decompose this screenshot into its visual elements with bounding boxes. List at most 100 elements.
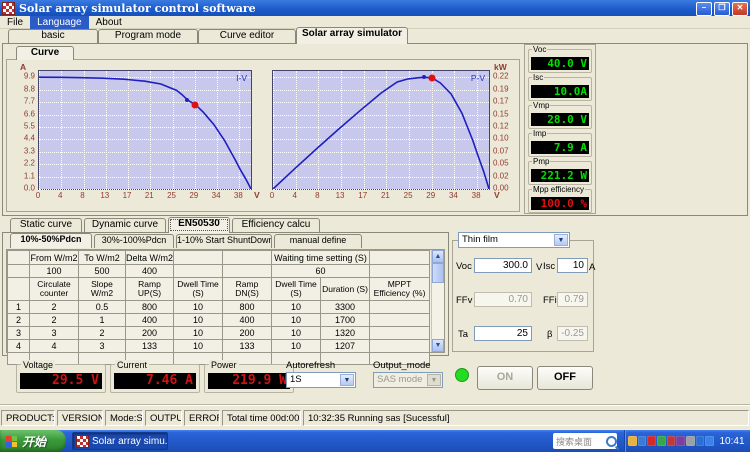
system-tray: [624, 430, 715, 452]
table-cell[interactable]: 10: [271, 339, 321, 353]
monitor-tray-icon[interactable]: [666, 436, 676, 446]
chevron-down-icon[interactable]: ▼: [340, 374, 354, 386]
search-icon[interactable]: [606, 435, 620, 450]
table-cell[interactable]: 500: [78, 264, 126, 278]
table-header-cell: Duration (S): [319, 277, 371, 301]
ffi-input[interactable]: 0.79: [557, 292, 588, 307]
x-tick-label: 4: [292, 191, 297, 200]
table-cell[interactable]: 400: [222, 313, 272, 327]
chevron-down-icon[interactable]: ▼: [427, 374, 441, 386]
tab-en50530[interactable]: EN50530: [168, 217, 230, 233]
x-axis-unit-label: V: [254, 190, 260, 200]
scroll-down-button[interactable]: ▼: [432, 339, 444, 352]
tab-30-100-pdcn[interactable]: 30%-100%Pdcn: [94, 234, 174, 248]
table-cell[interactable]: 1700: [319, 313, 371, 327]
table-cell[interactable]: 1: [78, 313, 126, 327]
chevron-down-icon[interactable]: ▼: [554, 234, 568, 246]
table-cell[interactable]: 1207: [319, 339, 371, 353]
minimize-button[interactable]: –: [696, 2, 712, 16]
autorefresh-combobox[interactable]: 1S ▼: [286, 372, 356, 388]
ati-tray-icon[interactable]: [647, 436, 657, 446]
scrollbar-thumb[interactable]: [432, 263, 444, 283]
table-cell[interactable]: [369, 264, 431, 278]
table-cell[interactable]: 400: [125, 264, 174, 278]
preset-combobox[interactable]: Thin film ▼: [458, 232, 570, 248]
start-button[interactable]: 开始: [0, 430, 66, 452]
status-cell: OUTPUT:ON: [145, 410, 182, 426]
taskbar-app-button[interactable]: Solar array simu...: [72, 432, 168, 450]
tab-static-curve[interactable]: Static curve: [10, 218, 82, 233]
table-cell[interactable]: 10: [173, 339, 223, 353]
table-cell[interactable]: 1: [7, 300, 30, 314]
isc-input[interactable]: 10: [557, 258, 588, 273]
tab-1-10-start-shuntdown[interactable]: 1-10% Start ShuntDown: [176, 234, 272, 248]
input-method-icon[interactable]: [628, 436, 637, 446]
table-cell[interactable]: 10: [271, 313, 321, 327]
tab-program-mode[interactable]: Program mode: [98, 29, 198, 44]
shield-v-icon[interactable]: [695, 436, 705, 446]
table-cell[interactable]: [369, 300, 431, 314]
table-cell[interactable]: 4: [7, 339, 30, 353]
table-cell[interactable]: 2: [7, 313, 30, 327]
tab-basic[interactable]: basic: [8, 29, 98, 44]
voc-input[interactable]: 300.0: [474, 258, 532, 273]
table-cell[interactable]: 3: [29, 326, 79, 340]
volume-muted-icon[interactable]: [686, 436, 695, 446]
table-cell[interactable]: 2: [29, 313, 79, 327]
table-cell[interactable]: 4: [29, 339, 79, 353]
table-cell[interactable]: [369, 326, 431, 340]
tab-solar-array-simulator[interactable]: Solar array simulator: [296, 27, 408, 44]
table-cell[interactable]: 10: [271, 300, 321, 314]
table-cell[interactable]: 133: [125, 339, 174, 353]
antivirus-icon[interactable]: [657, 436, 666, 446]
table-cell[interactable]: 200: [125, 326, 174, 340]
table-cell[interactable]: 133: [222, 339, 272, 353]
table-cell[interactable]: 10: [173, 300, 223, 314]
table-cell[interactable]: [222, 264, 272, 278]
table-cell[interactable]: [369, 313, 431, 327]
menu-file[interactable]: File: [0, 16, 30, 29]
updater-icon[interactable]: [676, 436, 686, 446]
table-cell[interactable]: 400: [125, 313, 174, 327]
table-cell[interactable]: 200: [222, 326, 272, 340]
table-cell[interactable]: 2: [78, 326, 126, 340]
table-cell[interactable]: [369, 339, 431, 353]
tab-curve[interactable]: Curve: [16, 46, 74, 60]
close-button[interactable]: ✕: [732, 2, 748, 16]
off-button[interactable]: OFF: [537, 366, 593, 390]
ta-input[interactable]: 25: [474, 326, 532, 341]
tab-dynamic-curve[interactable]: Dynamic curve: [84, 218, 166, 233]
table-cell[interactable]: 10: [271, 326, 321, 340]
restore-button[interactable]: ❐: [714, 2, 730, 16]
table-cell[interactable]: 10: [173, 313, 223, 327]
table-scrollbar[interactable]: ▲ ▼: [431, 250, 444, 352]
table-cell[interactable]: [173, 264, 223, 278]
table-cell[interactable]: 10: [173, 326, 223, 340]
output-mode-combobox[interactable]: SAS mode ▼: [373, 372, 443, 388]
table-cell[interactable]: [7, 264, 30, 278]
table-cell[interactable]: 60: [270, 264, 371, 278]
table-cell[interactable]: 800: [125, 300, 174, 314]
beta-input[interactable]: -0.25: [557, 326, 588, 341]
tab-10-50-pdcn[interactable]: 10%-50%Pdcn: [10, 233, 92, 248]
tab-efficiency-calcu[interactable]: Efficiency calcu: [232, 218, 320, 233]
tab-manual-define[interactable]: manual define: [274, 234, 362, 248]
menu-about[interactable]: About: [89, 16, 129, 29]
table-cell[interactable]: 1320: [319, 326, 371, 340]
ffv-input[interactable]: 0.70: [474, 292, 532, 307]
scroll-up-button[interactable]: ▲: [432, 250, 444, 263]
on-button[interactable]: ON: [477, 366, 533, 390]
meter-value: 7.46 A: [114, 373, 196, 389]
table-cell[interactable]: 2: [29, 300, 79, 314]
security-shield-icon[interactable]: [705, 436, 715, 446]
tab-curve-editor[interactable]: Curve editor: [198, 29, 296, 44]
table-cell[interactable]: 3: [7, 326, 30, 340]
table-cell[interactable]: 0.5: [78, 300, 126, 314]
quick-switch-icon[interactable]: [637, 436, 647, 446]
table-cell[interactable]: 3300: [319, 300, 371, 314]
desktop-search-input[interactable]: 搜索桌面: [553, 433, 620, 450]
table-cell[interactable]: 800: [222, 300, 272, 314]
table-cell[interactable]: 100: [29, 264, 79, 278]
menu-language[interactable]: Language: [30, 15, 89, 29]
table-cell[interactable]: 3: [78, 339, 126, 353]
